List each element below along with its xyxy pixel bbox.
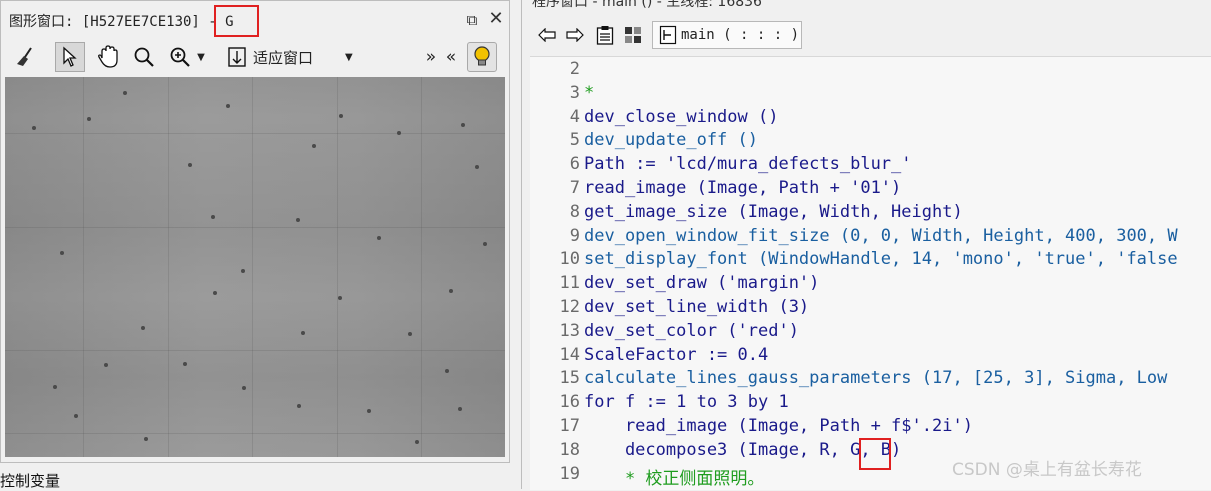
clipboard-icon[interactable]: [594, 24, 616, 46]
line-number: 19: [559, 463, 580, 484]
program-toolbar: main ( : : : ): [522, 18, 1211, 52]
line-number: 6: [569, 154, 580, 175]
program-window-title: 程序窗口 - main () - 主线程: 16836: [522, 0, 1211, 8]
procedure-select-value: main ( : : : ): [681, 27, 800, 43]
code-line[interactable]: ScaleFactor := 0.4: [584, 345, 768, 365]
line-number: 13: [559, 320, 580, 341]
program-window: 程序窗口 - main () - 主线程: 16836 main ( : : :…: [521, 0, 1211, 490]
code-line[interactable]: Path := 'lcd/mura_defects_blur_': [584, 154, 912, 174]
chevron-down-icon: ▼: [345, 51, 353, 63]
code-line[interactable]: calculate_lines_gauss_parameters (17, [2…: [584, 368, 1167, 388]
highlight-box-g-parameter: [859, 438, 891, 470]
lightbulb-icon[interactable]: [467, 42, 497, 72]
hand-icon[interactable]: [93, 42, 123, 72]
graphics-toolbar: ▼ 适应窗口 ▼ » «: [1, 38, 509, 76]
code-editor[interactable]: 2 3 * 4 dev_close_window () 5 dev_update_off (…: [530, 56, 1211, 490]
control-variables-label[interactable]: 控制变量: [0, 470, 60, 491]
line-number: 15: [559, 368, 580, 389]
restore-window-icon[interactable]: ⧉: [463, 11, 481, 29]
code-line[interactable]: read_image (Image, Path + f$'.2i'): [584, 416, 973, 436]
graphics-window: 图形窗口: [H527EE7CE130] - G ⧉ ✕ ▼ 适应窗口 ▼ » …: [0, 0, 510, 463]
line-number: 14: [559, 344, 580, 365]
line-number: 17: [559, 416, 580, 436]
image-display[interactable]: [5, 77, 505, 457]
magnifier-icon[interactable]: [129, 42, 159, 72]
broom-icon[interactable]: [11, 42, 41, 72]
zoom-mode-label: 适应窗口: [253, 48, 314, 67]
code-line[interactable]: dev_close_window (): [584, 107, 778, 127]
code-line[interactable]: get_image_size (Image, Width, Height): [584, 202, 963, 222]
line-number: 16: [559, 392, 580, 413]
code-line[interactable]: dev_open_window_fit_size (0, 0, Width, H…: [584, 226, 1178, 246]
line-number: 2: [569, 59, 580, 79]
graphics-window-title: 图形窗口: [H527EE7CE130] - G: [9, 14, 234, 30]
code-line[interactable]: dev_set_draw ('margin'): [584, 273, 819, 293]
line-number: 8: [569, 201, 580, 222]
code-line[interactable]: dev_set_color ('red'): [584, 321, 799, 341]
line-number: 4: [569, 106, 580, 127]
line-number: 18: [559, 439, 580, 460]
code-line[interactable]: read_image (Image, Path + '01'): [584, 178, 901, 198]
code-line[interactable]: *: [584, 83, 594, 103]
line-number: 5: [569, 130, 580, 151]
code-line[interactable]: dev_update_off (): [584, 130, 758, 150]
line-number: 3: [569, 82, 580, 103]
highlight-box-title-channel: [214, 5, 259, 37]
chevron-down-icon[interactable]: ▼: [193, 42, 209, 72]
pointer-icon[interactable]: [55, 42, 85, 72]
code-line[interactable]: dev_set_line_width (3): [584, 297, 809, 317]
back-arrow-icon[interactable]: [536, 24, 558, 46]
close-icon[interactable]: ✕: [487, 10, 505, 28]
grid-icon[interactable]: [622, 24, 644, 46]
code-line[interactable]: for f := 1 to 3 by 1: [584, 392, 789, 412]
forward-arrow-icon[interactable]: [564, 24, 586, 46]
line-number: 9: [569, 225, 580, 246]
scroll-left-icon[interactable]: «: [441, 42, 461, 72]
line-number: 10: [559, 249, 580, 270]
code-line[interactable]: * 校正侧面照明。: [584, 464, 764, 489]
line-number: 12: [559, 297, 580, 317]
code-line[interactable]: decompose3 (Image, R, G, B): [584, 440, 901, 460]
code-line[interactable]: set_display_font (WindowHandle, 14, 'mon…: [584, 249, 1178, 269]
zoom-mode-select[interactable]: 适应窗口 ▼: [227, 44, 367, 70]
procedure-select[interactable]: main ( : : : ): [652, 21, 802, 49]
scroll-right-icon[interactable]: »: [421, 42, 441, 72]
fit-window-icon: [228, 47, 246, 67]
watermark: CSDN @桌上有盆长寿花: [952, 460, 1142, 480]
procedure-icon: [659, 25, 677, 45]
line-number: 7: [569, 178, 580, 198]
line-number: 11: [559, 273, 580, 294]
zoom-in-icon[interactable]: [165, 42, 195, 72]
